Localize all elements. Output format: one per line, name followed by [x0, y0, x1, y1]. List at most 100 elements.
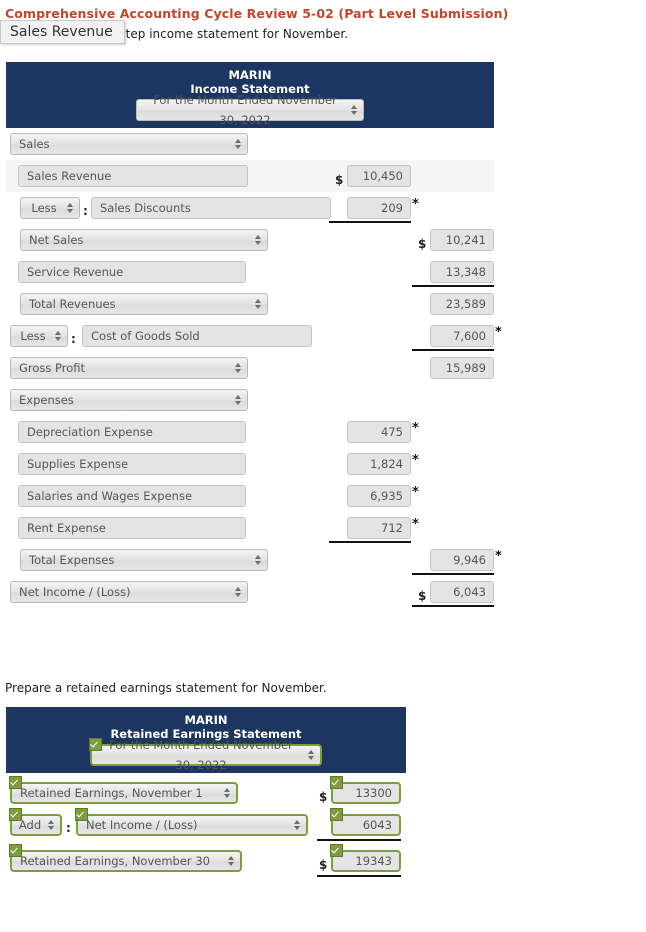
row-account-input[interactable]: Rent Expense	[18, 517, 246, 539]
re-row-amount-input[interactable]: 13300	[330, 776, 401, 804]
estimate-asterisk: *	[412, 517, 419, 532]
row-account-label: Salaries and Wages Expense	[27, 489, 193, 503]
row-amount-value: 6,935	[370, 489, 403, 503]
row-amount-input[interactable]: 6,935	[347, 485, 411, 507]
page-root: Comprehensive Accounting Cycle Review 5-…	[0, 0, 646, 932]
row-account-select[interactable]: Total Revenues	[20, 293, 268, 315]
re-row-amount-input[interactable]: 6043	[330, 808, 401, 836]
retained-earnings-statement: MARIN Retained Earnings Statement For th…	[6, 707, 406, 891]
row-account-input[interactable]: Cost of Goods Sold	[82, 325, 312, 347]
row-amount-value: 13,348	[445, 265, 486, 279]
income-statement-row: Expenses	[6, 384, 494, 416]
row-account-input[interactable]: Supplies Expense	[18, 453, 246, 475]
row-account-input[interactable]: Sales Discounts	[91, 197, 331, 219]
row-amount-input[interactable]: 712	[347, 517, 411, 539]
validated-check-icon	[330, 808, 343, 821]
re-row-amount-value: 6043	[362, 818, 392, 832]
row-account-select[interactable]: Expenses	[10, 389, 248, 411]
chevron-updown-icon	[351, 104, 358, 116]
re-row-prefix-select[interactable]: Add	[9, 808, 62, 836]
income-period-select[interactable]: For the Month Ended November 30, 2022	[136, 93, 364, 127]
row-account-label: Service Revenue	[27, 265, 124, 279]
row-amount-value: 7,600	[453, 329, 486, 343]
chevron-updown-icon	[235, 394, 242, 406]
estimate-asterisk: *	[495, 325, 502, 340]
re-row-account-select[interactable]: Net Income / (Loss)	[75, 808, 308, 836]
subtotal-rule	[329, 221, 411, 223]
instruction-retained-earnings: Prepare a retained earnings statement fo…	[5, 681, 327, 695]
re-row-account-select[interactable]: Retained Earnings, November 1	[9, 776, 238, 804]
validated-check-icon	[75, 808, 88, 821]
row-account-label: Gross Profit	[19, 361, 86, 375]
currency-symbol: $	[319, 858, 328, 872]
chevron-updown-icon	[55, 330, 62, 342]
income-period-label: For the Month Ended November 30, 2022	[153, 93, 337, 127]
row-account-label: Depreciation Expense	[27, 425, 153, 439]
row-account-select[interactable]: Total Expenses	[20, 549, 268, 571]
row-amount-input[interactable]: 10,241	[430, 229, 494, 251]
row-amount-input[interactable]: 6,043	[430, 581, 494, 603]
chevron-updown-icon	[235, 586, 242, 598]
subtotal-rule	[412, 285, 494, 287]
row-amount-input[interactable]: 15,989	[430, 357, 494, 379]
row-amount-input[interactable]: 475	[347, 421, 411, 443]
row-prefix-select[interactable]: Less	[10, 325, 68, 347]
row-amount-input[interactable]: 7,600	[430, 325, 494, 347]
estimate-asterisk: *	[412, 197, 419, 212]
chevron-updown-icon	[235, 138, 242, 150]
income-statement: MARIN Income Statement For the Month End…	[6, 62, 502, 607]
tooltip-sales-revenue: Sales Revenue	[0, 20, 125, 44]
income-statement-row: Sales Revenue $10,450	[6, 160, 494, 192]
row-prefix-select[interactable]: Less	[20, 197, 80, 219]
row-account-label: Total Expenses	[29, 553, 115, 567]
row-account-label: Supplies Expense	[27, 457, 129, 471]
subtotal-rule	[412, 605, 494, 607]
re-statement-row: Retained Earnings, November 1 $13300	[6, 776, 406, 809]
row-account-label: Rent Expense	[27, 521, 106, 535]
row-account-label: Net Sales	[29, 233, 84, 247]
row-amount-input[interactable]: 23,589	[430, 293, 494, 315]
row-amount-input[interactable]: 9,946	[430, 549, 494, 571]
row-account-input[interactable]: Salaries and Wages Expense	[18, 485, 246, 507]
row-amount-input[interactable]: 13,348	[430, 261, 494, 283]
validated-check-icon	[330, 844, 343, 857]
validated-check-icon	[9, 776, 22, 789]
row-amount-input[interactable]: 1,824	[347, 453, 411, 475]
re-row-account-label: Net Income / (Loss)	[86, 818, 198, 832]
currency-symbol: $	[335, 173, 344, 187]
currency-symbol: $	[418, 589, 427, 603]
chevron-updown-icon	[235, 362, 242, 374]
row-account-input[interactable]: Depreciation Expense	[18, 421, 246, 443]
row-amount-input[interactable]: 209	[347, 197, 411, 219]
validated-check-icon	[89, 738, 102, 751]
estimate-asterisk: *	[412, 453, 419, 468]
income-statement-row: Less: Sales Discounts 209 *	[6, 192, 494, 224]
income-statement-row: Net Sales $10,241	[6, 224, 494, 256]
income-statement-row: Less: Cost of Goods Sold 7,600 *	[6, 320, 502, 352]
row-account-label: Cost of Goods Sold	[91, 329, 200, 343]
chevron-updown-icon	[48, 819, 55, 831]
chevron-updown-icon	[224, 787, 231, 799]
row-amount-input[interactable]: 10,450	[347, 165, 411, 187]
row-account-select[interactable]: Net Sales	[20, 229, 268, 251]
re-row-account-label: Retained Earnings, November 30	[20, 854, 210, 868]
income-statement-row: Depreciation Expense 475 *	[6, 416, 494, 448]
validated-check-icon	[9, 844, 22, 857]
re-row-account-select[interactable]: Retained Earnings, November 30	[9, 844, 242, 872]
currency-symbol: $	[418, 237, 427, 251]
row-account-input[interactable]: Sales Revenue	[18, 165, 248, 187]
income-statement-row: Total Revenues 23,589	[6, 288, 494, 320]
estimate-asterisk: *	[412, 485, 419, 500]
row-account-label: Sales Revenue	[27, 169, 112, 183]
re-period-select[interactable]: For the Month Ended November 30, 2022	[89, 738, 322, 772]
row-account-select[interactable]: Sales	[10, 133, 248, 155]
re-statement-row: Add: Net Income / (Loss) 6043	[6, 808, 406, 841]
re-row-amount-input[interactable]: 19343	[330, 844, 401, 872]
chevron-updown-icon	[255, 554, 262, 566]
row-account-label: Sales	[19, 137, 50, 151]
row-account-select[interactable]: Net Income / (Loss)	[10, 581, 248, 603]
row-account-input[interactable]: Service Revenue	[18, 261, 246, 283]
row-account-select[interactable]: Gross Profit	[10, 357, 248, 379]
re-row-colon: :	[66, 821, 71, 835]
row-amount-value: 9,946	[453, 553, 486, 567]
